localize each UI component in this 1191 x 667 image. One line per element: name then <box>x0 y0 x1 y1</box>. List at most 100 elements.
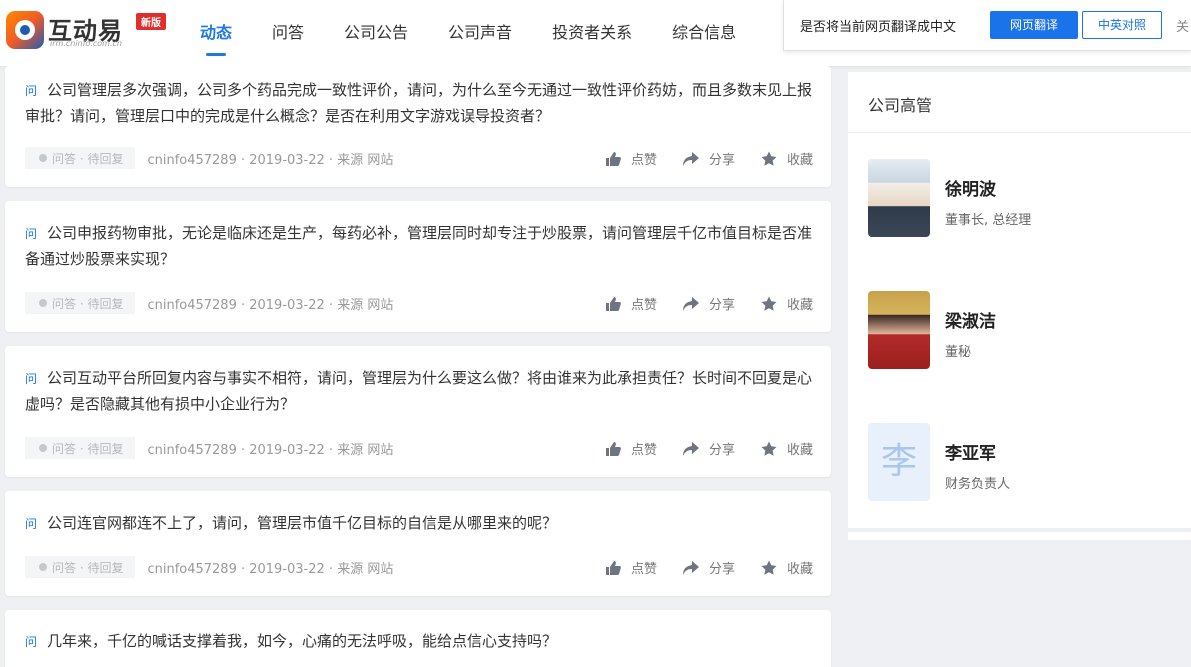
executive-name: 李亚军 <box>945 444 996 464</box>
new-version-badge: 新版 <box>136 13 166 30</box>
divider <box>848 132 1191 133</box>
translate-page-button[interactable]: 网页翻译 <box>990 11 1078 39</box>
like-button[interactable]: 点赞 <box>605 439 657 458</box>
question-text[interactable]: 问公司互动平台所回复内容与事实不相符，请问，管理层为什么要这么做？将由谁来为此承… <box>25 366 815 417</box>
status-badge: 问答 · 待回复 <box>25 556 136 578</box>
executive-card[interactable]: 梁淑洁 董秘 <box>868 291 1168 371</box>
clock-icon <box>39 563 47 571</box>
executives-title: 公司高管 <box>868 96 933 115</box>
question-text[interactable]: 问几年来，千亿的喊话支撑着我，如今，心痛的无法呼吸，能给点信心支持吗？ <box>25 629 815 655</box>
site-logo[interactable]: 互动易 新版 irm.cninfo.com.cn <box>6 9 166 53</box>
question-text[interactable]: 问公司连官网都连不上了，请问，管理层市值千亿目标的自信是从哪里来的呢？ <box>25 511 815 537</box>
thumbs-up-icon <box>605 151 621 166</box>
status-badge: 问答 · 待回复 <box>25 292 136 314</box>
like-button[interactable]: 点赞 <box>605 149 657 168</box>
question-meta: 问答 · 待回复 cninfo457289 · 2019-03-22 · 来源 … <box>25 292 393 314</box>
avatar <box>868 159 930 237</box>
star-icon <box>761 441 777 456</box>
translate-bar: 是否将当前网页翻译成中文 网页翻译 中英对照 关 <box>783 0 1191 51</box>
question-body: 公司申报药物审批，无论是临床还是生产，每药必补，管理层同时却专注于炒股票，请问管… <box>25 224 813 268</box>
executive-role: 董事长, 总经理 <box>945 213 1032 228</box>
executive-role: 财务负责人 <box>945 477 1011 492</box>
question-card: 问公司管理层多次强调，公司多个药品完成一致性评价，请问，为什么至今无通过一致性评… <box>5 66 831 187</box>
executive-card[interactable]: 徐明波 董事长, 总经理 <box>868 159 1168 239</box>
translate-prompt: 是否将当前网页翻译成中文 <box>800 20 957 35</box>
share-arrow-icon <box>682 151 699 166</box>
star-icon <box>761 560 777 575</box>
like-label: 点赞 <box>630 298 657 313</box>
executive-card[interactable]: 李 李亚军 财务负责人 <box>868 423 1168 503</box>
question-card: 问几年来，千亿的喊话支撑着我，如今，心痛的无法呼吸，能给点信心支持吗？ <box>5 610 831 667</box>
meta-info: cninfo457289 · 2019-03-22 · 来源 网站 <box>147 297 394 313</box>
card-actions: 点赞 分享 收藏 <box>579 149 813 168</box>
avatar <box>868 291 930 369</box>
question-mark-label: 问 <box>25 372 38 386</box>
question-text[interactable]: 问公司管理层多次强调，公司多个药品完成一致性评价，请问，为什么至今无通过一致性评… <box>25 78 815 129</box>
panel-footer-strip <box>848 532 1191 540</box>
share-label: 分享 <box>708 562 735 577</box>
favorite-label: 收藏 <box>786 562 813 577</box>
nav-item-dynamics[interactable]: 动态 <box>180 0 252 66</box>
status-text: 问答 · 待回复 <box>52 151 124 166</box>
like-button[interactable]: 点赞 <box>605 294 657 313</box>
favorite-button[interactable]: 收藏 <box>761 439 813 458</box>
meta-info: cninfo457289 · 2019-03-22 · 来源 网站 <box>147 561 394 577</box>
executive-role: 董秘 <box>945 345 972 360</box>
question-mark-label: 问 <box>25 227 38 241</box>
main-nav: 动态 问答 公司公告 公司声音 投资者关系 综合信息 <box>180 0 756 66</box>
logo-mark-icon <box>6 11 44 49</box>
translate-close-button[interactable]: 关 <box>1176 16 1189 35</box>
status-badge: 问答 · 待回复 <box>25 437 136 459</box>
share-label: 分享 <box>708 443 735 458</box>
question-card: 问公司互动平台所回复内容与事实不相符，请问，管理层为什么要这么做？将由谁来为此承… <box>5 346 831 477</box>
share-button[interactable]: 分享 <box>682 149 735 168</box>
thumbs-up-icon <box>605 296 621 311</box>
question-meta: 问答 · 待回复 cninfo457289 · 2019-03-22 · 来源 … <box>25 437 393 459</box>
like-label: 点赞 <box>630 562 657 577</box>
favorite-button[interactable]: 收藏 <box>761 149 813 168</box>
share-button[interactable]: 分享 <box>682 558 735 577</box>
share-label: 分享 <box>708 298 735 313</box>
question-card: 问公司申报药物审批，无论是临床还是生产，每药必补，管理层同时却专注于炒股票，请问… <box>5 201 831 332</box>
question-card: 问公司连官网都连不上了，请问，管理层市值千亿目标的自信是从哪里来的呢？ 问答 ·… <box>5 491 831 596</box>
share-arrow-icon <box>682 296 699 311</box>
share-arrow-icon <box>682 441 699 456</box>
question-mark-label: 问 <box>25 635 38 649</box>
share-arrow-icon <box>682 560 699 575</box>
avatar-initial: 李 <box>868 423 930 501</box>
question-meta: 问答 · 待回复 cninfo457289 · 2019-03-22 · 来源 … <box>25 556 393 578</box>
favorite-button[interactable]: 收藏 <box>761 294 813 313</box>
nav-item-investor-relations[interactable]: 投资者关系 <box>532 0 652 66</box>
question-text[interactable]: 问公司申报药物审批，无论是临床还是生产，每药必补，管理层同时却专注于炒股票，请问… <box>25 221 815 272</box>
question-body: 几年来，千亿的喊话支撑着我，如今，心痛的无法呼吸，能给点信心支持吗？ <box>47 632 558 650</box>
favorite-label: 收藏 <box>786 443 813 458</box>
nav-item-qa[interactable]: 问答 <box>252 0 324 66</box>
share-button[interactable]: 分享 <box>682 439 735 458</box>
nav-item-company-voice[interactable]: 公司声音 <box>428 0 532 66</box>
thumbs-up-icon <box>605 441 621 456</box>
star-icon <box>761 296 777 311</box>
nav-item-announcements[interactable]: 公司公告 <box>324 0 428 66</box>
logo-url: irm.cninfo.com.cn <box>50 39 122 48</box>
like-label: 点赞 <box>630 443 657 458</box>
status-text: 问答 · 待回复 <box>52 296 124 311</box>
clock-icon <box>39 444 47 452</box>
card-actions: 点赞 分享 收藏 <box>579 439 813 458</box>
status-text: 问答 · 待回复 <box>52 560 124 575</box>
bilingual-button[interactable]: 中英对照 <box>1082 11 1162 39</box>
executive-name: 徐明波 <box>945 180 996 200</box>
question-mark-label: 问 <box>25 517 38 531</box>
like-button[interactable]: 点赞 <box>605 558 657 577</box>
favorite-button[interactable]: 收藏 <box>761 558 813 577</box>
card-actions: 点赞 分享 收藏 <box>579 294 813 313</box>
clock-icon <box>39 154 47 162</box>
favorite-label: 收藏 <box>786 153 813 168</box>
question-body: 公司互动平台所回复内容与事实不相符，请问，管理层为什么要这么做？将由谁来为此承担… <box>25 369 813 413</box>
share-button[interactable]: 分享 <box>682 294 735 313</box>
executive-name: 梁淑洁 <box>945 312 996 332</box>
meta-info: cninfo457289 · 2019-03-22 · 来源 网站 <box>147 152 394 168</box>
share-label: 分享 <box>708 153 735 168</box>
like-label: 点赞 <box>630 153 657 168</box>
nav-item-general-info[interactable]: 综合信息 <box>652 0 756 66</box>
clock-icon <box>39 299 47 307</box>
